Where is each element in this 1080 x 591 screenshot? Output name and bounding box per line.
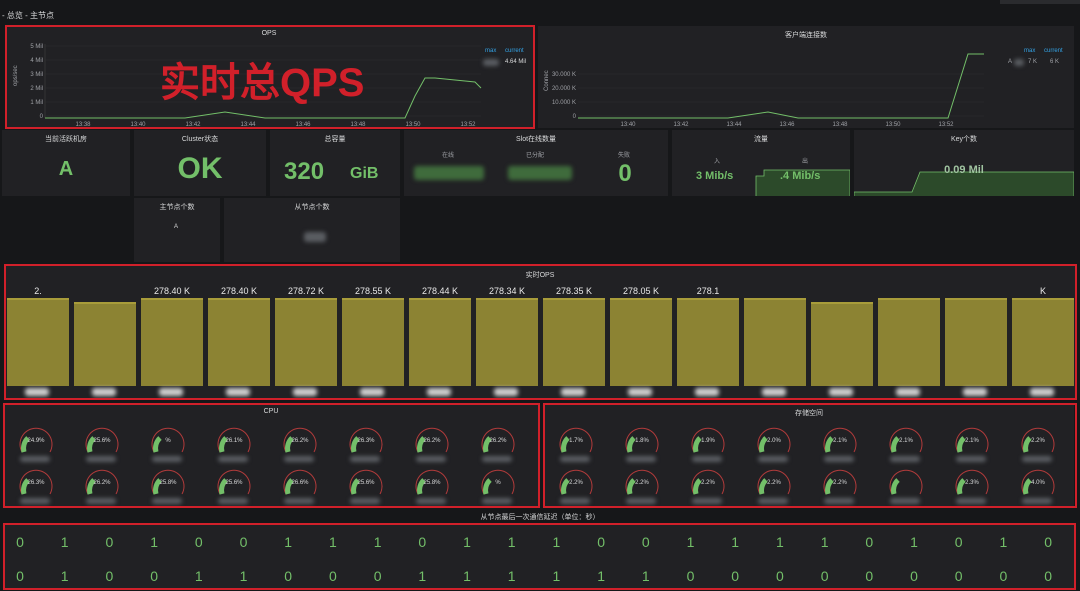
replication-highlight-box xyxy=(3,523,1076,590)
stat-value: A xyxy=(174,224,179,230)
clients-x-tick: 13:42 xyxy=(673,122,689,128)
cpu-highlight-box xyxy=(3,403,540,508)
stat-current-machine: 当前活跃机房 A xyxy=(2,130,130,196)
clients-legend-max-value: 7 K xyxy=(1028,59,1038,65)
stat-title: 主节点个数 xyxy=(159,204,195,211)
slot-assigned-label: 已分配 xyxy=(526,153,545,159)
clients-legend-a: A xyxy=(1008,59,1013,65)
clients-graph: 30.000 K 20.000 K 10.000 K 0 13:40 13:42 13:44… xyxy=(544,53,984,128)
stat-key-count: Key个数 0.09 Mil xyxy=(854,130,1074,196)
stat-slave-count: 从节点个数 xyxy=(224,198,400,262)
stat-title: 从节点个数 xyxy=(294,204,330,211)
clients-y-tick: 0 xyxy=(573,114,577,120)
slot-online-label: 在线 xyxy=(442,153,455,159)
breadcrumb[interactable]: - 总览 - 主节点 xyxy=(2,10,54,21)
clients-x-tick: 13:46 xyxy=(779,122,795,128)
top-right-buttons[interactable] xyxy=(1000,0,1080,4)
stat-value: 320 xyxy=(284,158,325,185)
key-count-sparkline xyxy=(854,171,1074,196)
traffic-out-value: .4 Mib/s xyxy=(780,170,821,182)
clients-y-unit: Connec xyxy=(544,70,550,91)
clients-series-line xyxy=(578,53,984,119)
stat-value: OK xyxy=(177,152,223,185)
stat-cluster-status: Cluster状态 OK xyxy=(134,130,266,196)
clients-x-tick: 13:50 xyxy=(885,122,901,128)
traffic-in-value: 3 Mib/s xyxy=(696,170,734,182)
slot-failed-label: 失败 xyxy=(618,153,631,159)
traffic-out-label: 出 xyxy=(802,159,809,165)
stat-value: A xyxy=(58,158,74,180)
traffic-in-label: 入 xyxy=(714,159,721,165)
stat-title: 总容量 xyxy=(324,136,346,143)
clients-y-tick: 30.000 K xyxy=(552,72,576,78)
slot-failed-value: 0 xyxy=(618,160,632,187)
traffic-sparkline xyxy=(755,169,850,196)
stat-title: Cluster状态 xyxy=(181,136,219,143)
stat-master-count: 主节点个数 A xyxy=(134,198,220,262)
clients-legend-current-value: 6 K xyxy=(1050,59,1060,65)
clients-x-tick: 13:40 xyxy=(620,122,636,128)
clients-legend-max: max xyxy=(1024,48,1036,54)
clients-panel: 客户端连接数 30.000 K 20.000 K 10.000 K 0 13:40 13:… xyxy=(538,26,1074,128)
clients-x-tick: 13:52 xyxy=(938,122,954,128)
clients-y-tick: 10.000 K xyxy=(552,100,576,106)
stat-title: Slot在线数量 xyxy=(515,136,557,143)
stat-unit: GiB xyxy=(350,165,379,182)
stat-total-capacity: 总容量 320 GiB xyxy=(270,130,400,196)
storage-highlight-box xyxy=(543,403,1077,508)
clients-legend-current: current xyxy=(1044,48,1063,54)
stat-value: 0.09 Mil xyxy=(944,164,984,176)
clients-x-tick: 13:48 xyxy=(832,122,848,128)
stat-traffic: 流量 入 出 3 Mib/s .4 Mib/s xyxy=(672,130,850,196)
clients-x-tick: 13:44 xyxy=(726,122,742,128)
stat-slots: Slot在线数量 在线 已分配 失败 0 xyxy=(404,130,668,196)
realtime-ops-highlight-box xyxy=(4,264,1077,400)
replication-title: 从节点最后一次通信延迟（单位：秒） xyxy=(480,514,600,521)
stat-title: 当前活跃机房 xyxy=(45,136,87,143)
ops-annotation: 实时总QPS xyxy=(160,61,365,105)
clients-y-tick: 20.000 K xyxy=(552,86,576,92)
